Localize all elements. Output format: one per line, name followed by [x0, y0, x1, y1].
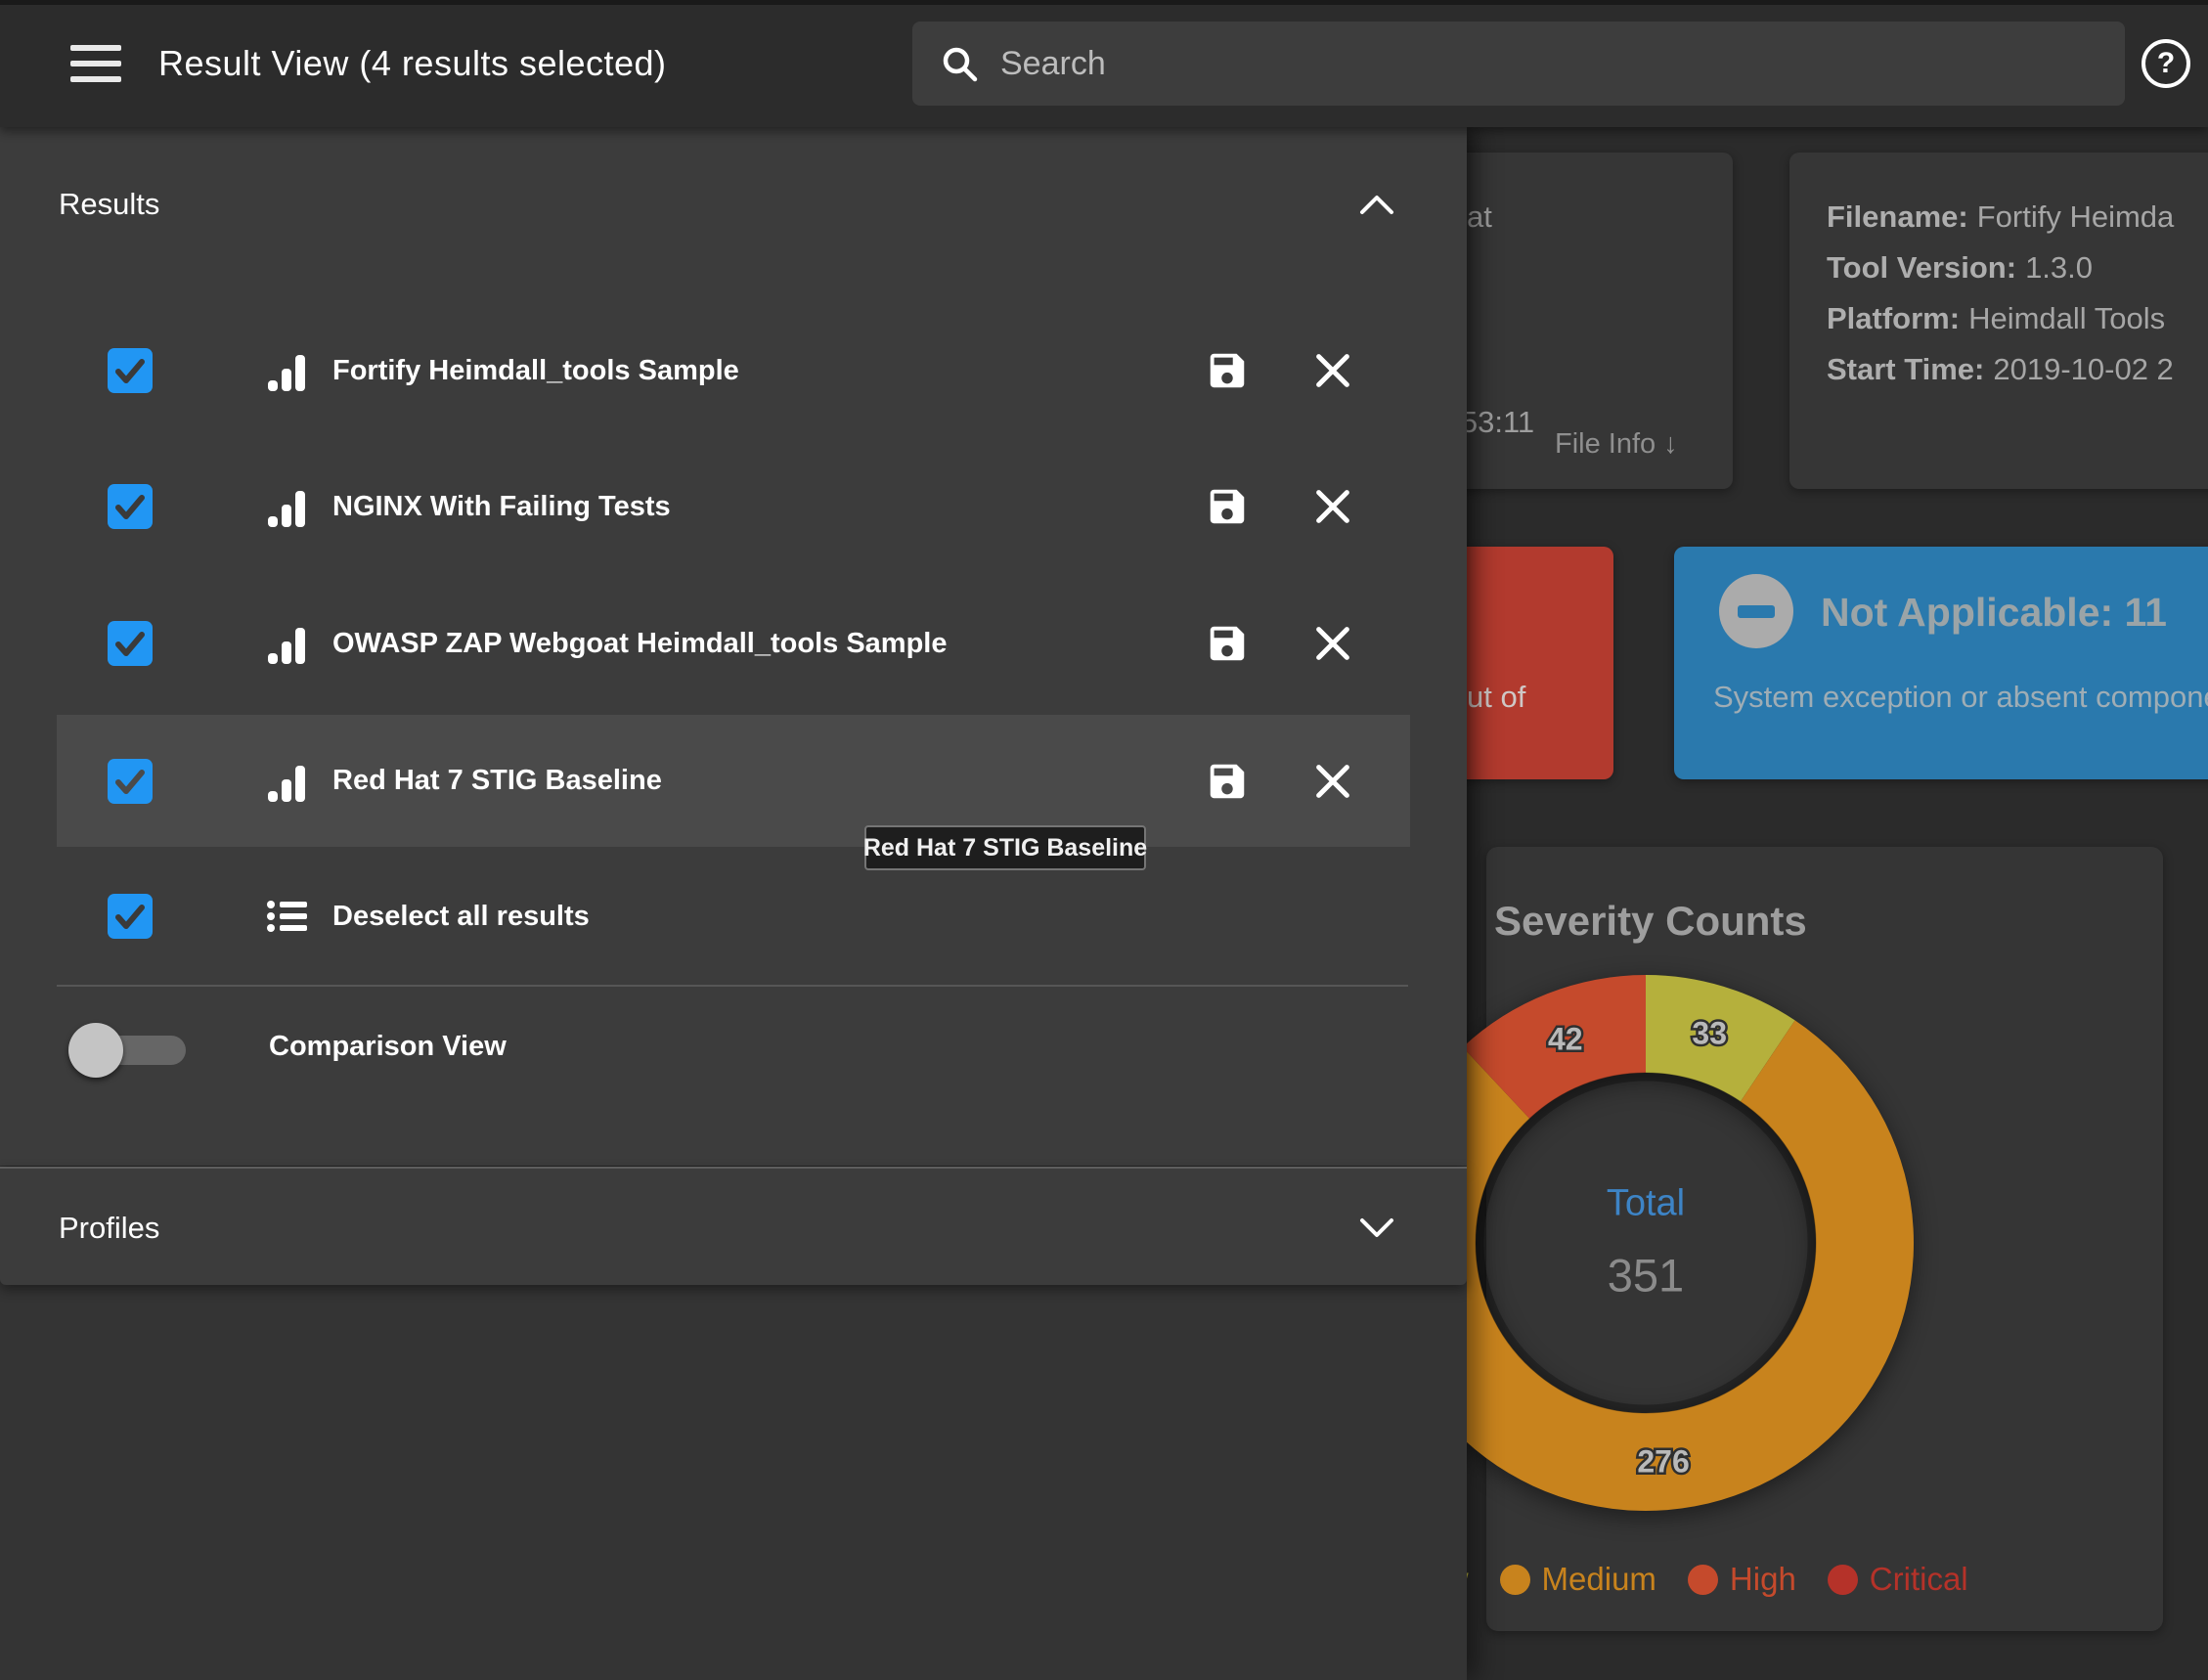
save-icon[interactable] [1205, 484, 1250, 529]
close-icon[interactable] [1310, 348, 1355, 393]
save-icon[interactable] [1205, 621, 1250, 666]
search-input[interactable] [1000, 45, 2125, 83]
passed-fragment: ut of [1467, 680, 1525, 715]
chevron-up-icon[interactable] [1359, 194, 1394, 215]
file-metadata-card: Filename:Fortify Heimda Tool Version:1.3… [1789, 153, 2208, 489]
result-label: OWASP ZAP Webgoat Heimdall_tools Sample [332, 628, 947, 660]
app-bar: Result View (4 results selected) ? [0, 0, 2208, 127]
search-box [912, 22, 2125, 106]
result-label: Fortify Heimdall_tools Sample [332, 355, 739, 387]
deselect-all-row[interactable]: Deselect all results [0, 852, 1467, 981]
metadata-start-time: Start Time:2019-10-02 2 [1827, 352, 2174, 387]
metadata-tool-version: Tool Version:1.3.0 [1827, 250, 2093, 286]
result-checkbox[interactable] [108, 759, 153, 804]
page-title: Result View (4 results selected) [158, 43, 667, 84]
minus-circle-icon [1719, 574, 1793, 648]
save-icon[interactable] [1205, 759, 1250, 804]
profiles-panel-title: Profiles [59, 1211, 159, 1246]
bar-chart-icon [266, 760, 309, 803]
save-icon[interactable] [1205, 348, 1250, 393]
select-all-checkbox[interactable] [108, 894, 153, 939]
file-info-link[interactable]: File Info ↓ [1555, 428, 1678, 461]
list-icon [266, 895, 309, 938]
slice-data-label: 33 [1692, 1016, 1727, 1051]
results-panel-header[interactable]: Results [0, 160, 1467, 248]
results-panel-title: Results [59, 187, 159, 222]
comparison-view-label: Comparison View [269, 982, 507, 1111]
not-applicable-title: Not Applicable: 11 [1821, 590, 2167, 636]
slice-data-label: 42 [1548, 1022, 1583, 1057]
comparison-toggle-knob[interactable] [68, 1023, 123, 1078]
result-row[interactable]: OWASP ZAP Webgoat Heimdall_tools Sample [0, 579, 1467, 708]
legend-label: High [1730, 1561, 1796, 1598]
result-checkbox[interactable] [108, 621, 153, 666]
comparison-view-row: Comparison View [0, 982, 1467, 1111]
legend-dot [1828, 1565, 1858, 1595]
close-icon[interactable] [1310, 621, 1355, 666]
help-icon[interactable]: ? [2142, 39, 2190, 88]
legend-item-critical[interactable]: Critical [1828, 1561, 1968, 1598]
results-drawer: Results Fortify Heimdall_tools Sample [0, 127, 1467, 1680]
legend-dot [1500, 1565, 1530, 1595]
profiles-panel: Profiles [0, 1167, 1467, 1285]
result-label: NGINX With Failing Tests [332, 491, 671, 523]
result-row[interactable]: NGINX With Failing Tests [0, 442, 1467, 571]
deselect-all-label: Deselect all results [332, 901, 590, 933]
result-row-highlighted[interactable]: Red Hat 7 STIG Baseline [57, 715, 1410, 847]
close-icon[interactable] [1310, 484, 1355, 529]
legend-item-medium[interactable]: Medium [1500, 1561, 1656, 1598]
legend-label: Critical [1870, 1561, 1968, 1598]
bar-chart-icon [266, 349, 309, 392]
result-tooltip: Red Hat 7 STIG Baseline [864, 825, 1146, 870]
filename-fragment: at [1467, 199, 1492, 235]
legend-item-high[interactable]: High [1688, 1561, 1796, 1598]
close-icon[interactable] [1310, 759, 1355, 804]
result-checkbox[interactable] [108, 348, 153, 393]
menu-icon[interactable] [70, 45, 121, 82]
results-panel: Results Fortify Heimdall_tools Sample [0, 127, 1467, 1166]
profiles-panel-header[interactable]: Profiles [0, 1184, 1467, 1272]
bar-chart-icon [266, 485, 309, 528]
not-applicable-subtitle: System exception or absent compone [1713, 680, 2208, 715]
slice-data-label: 276 [1637, 1443, 1689, 1479]
result-checkbox[interactable] [108, 484, 153, 529]
metadata-platform: Platform:Heimdall Tools [1827, 301, 2165, 336]
severity-counts-title: Severity Counts [1494, 898, 1807, 945]
not-applicable-card: Not Applicable: 11 System exception or a… [1674, 547, 2208, 779]
legend-label: Medium [1542, 1561, 1656, 1598]
chevron-down-icon[interactable] [1359, 1217, 1394, 1239]
metadata-filename: Filename:Fortify Heimda [1827, 199, 2174, 235]
legend-dot [1688, 1565, 1718, 1595]
search-icon [940, 44, 979, 83]
result-row[interactable]: Fortify Heimdall_tools Sample [0, 306, 1467, 435]
result-label: Red Hat 7 STIG Baseline [332, 765, 662, 797]
bar-chart-icon [266, 622, 309, 665]
